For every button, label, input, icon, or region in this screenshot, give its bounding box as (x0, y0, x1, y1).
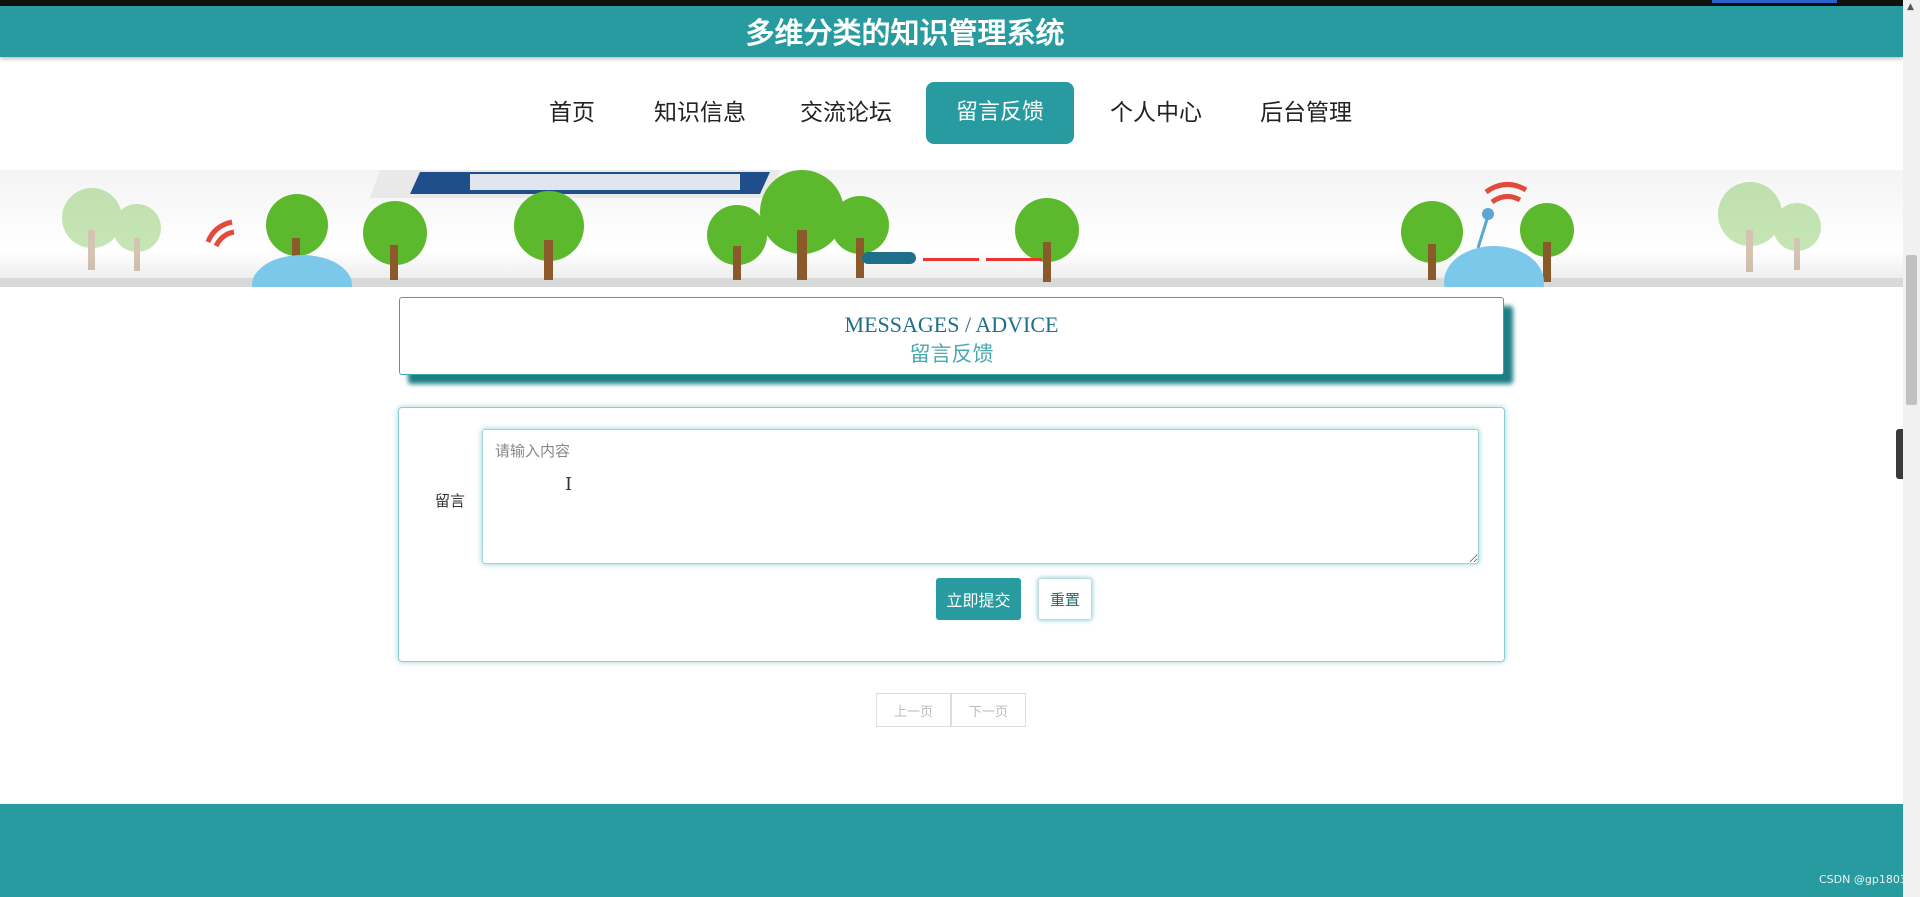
page-scrollbar[interactable]: ▲ (1903, 0, 1920, 897)
nav-item-home[interactable]: 首页 (536, 82, 608, 144)
message-label: 留言 (435, 492, 466, 510)
nav-item-admin[interactable]: 后台管理 (1256, 82, 1356, 144)
next-page-button[interactable]: 下一页 (951, 693, 1026, 727)
banner-image (0, 170, 1903, 287)
main-nav: 首页 知识信息 交流论坛 留言反馈 个人中心 后台管理 (0, 82, 1903, 144)
banner-illustration (0, 170, 1903, 287)
section-title-cn: 留言反馈 (909, 342, 994, 366)
site-header: 多维分类的知识管理系统 (0, 6, 1903, 57)
section-title-en: MESSAGES / ADVICE (844, 312, 1059, 337)
scroll-thumb[interactable] (1906, 255, 1917, 405)
site-footer (0, 804, 1903, 897)
section-heading: MESSAGES / ADVICE 留言反馈 (399, 297, 1504, 375)
submit-button[interactable]: 立即提交 (936, 578, 1021, 620)
text-cursor-icon: I (565, 474, 573, 495)
reset-button[interactable]: 重置 (1038, 578, 1092, 620)
pagination: 上一页 下一页 (876, 693, 1026, 727)
nav-item-forum[interactable]: 交流论坛 (796, 82, 896, 144)
message-textarea[interactable] (482, 429, 1479, 564)
site-title: 多维分类的知识管理系统 (745, 16, 1065, 50)
scroll-up-icon[interactable]: ▲ (1907, 2, 1914, 12)
prev-page-button[interactable]: 上一页 (876, 693, 951, 727)
browser-tab-indicator (1712, 0, 1837, 3)
nav-item-personal-center[interactable]: 个人中心 (1106, 82, 1206, 144)
nav-item-knowledge[interactable]: 知识信息 (650, 82, 750, 144)
nav-item-feedback[interactable]: 留言反馈 (926, 82, 1074, 144)
feedback-form: 留言 I 立即提交 重置 (398, 407, 1505, 662)
watermark-text: CSDN @gp1803 (1819, 873, 1907, 886)
